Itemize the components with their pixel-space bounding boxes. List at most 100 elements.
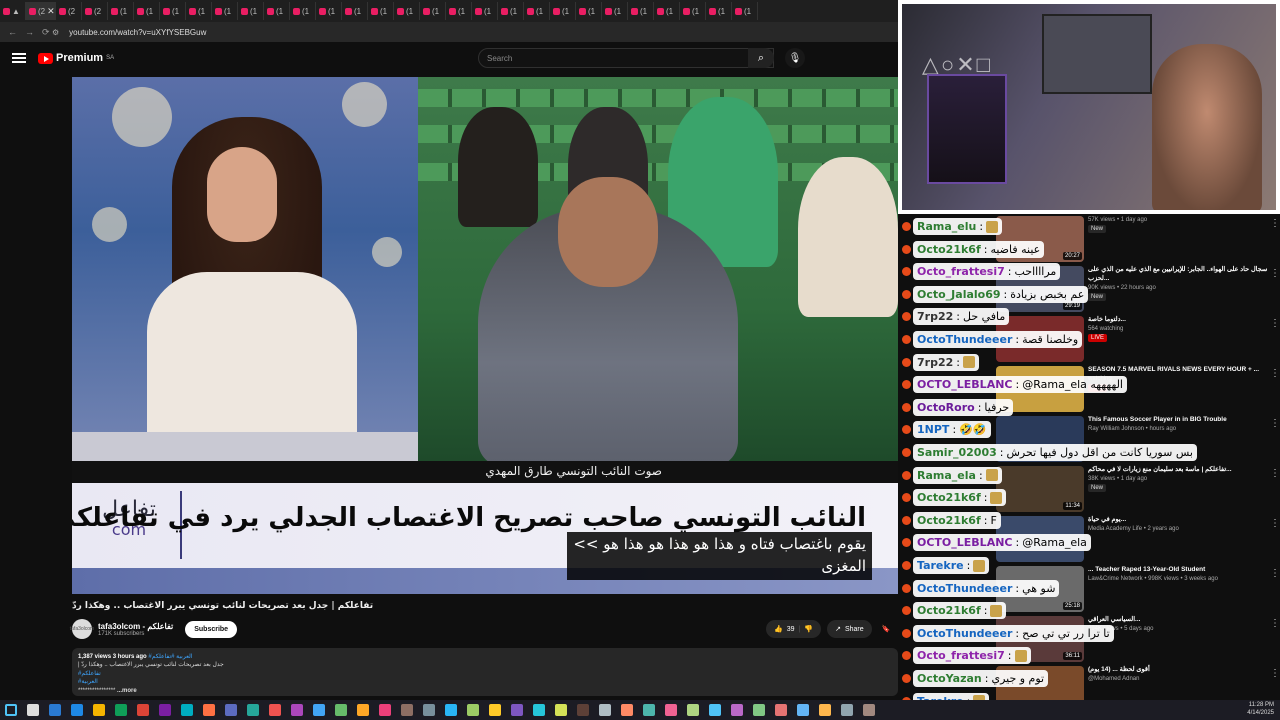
browser-tab[interactable]: (1 xyxy=(420,2,446,20)
browser-tab[interactable]: ▲ xyxy=(0,2,26,20)
youtube-logo[interactable]: Premium SA xyxy=(38,52,114,64)
system-clock[interactable]: 11:28 PM 4/14/2025 xyxy=(1247,702,1274,718)
subscribe-button[interactable]: Subscribe xyxy=(185,620,238,638)
taskbar-app-icon[interactable] xyxy=(181,704,193,716)
browser-tab[interactable]: (1 xyxy=(160,2,186,20)
taskbar-app-icon[interactable] xyxy=(731,704,743,716)
taskbar-app-icon[interactable] xyxy=(423,704,435,716)
video-title[interactable]: السياسي العراقي... xyxy=(1088,616,1278,625)
more-options-icon[interactable]: ⋮ xyxy=(1270,618,1280,629)
browser-tab[interactable]: (1 xyxy=(472,2,498,20)
reload-icon[interactable]: ⟳ xyxy=(42,27,50,38)
search-input[interactable]: Search xyxy=(478,48,774,68)
taskbar-app-icon[interactable] xyxy=(313,704,325,716)
video-title[interactable]: يوم في حياة... xyxy=(1088,516,1278,525)
browser-tab[interactable]: (2 xyxy=(56,2,82,20)
taskbar-app-icon[interactable] xyxy=(49,704,61,716)
taskbar-app-icon[interactable] xyxy=(643,704,655,716)
channel-name[interactable]: tafa3olcom - تفاعلكم xyxy=(98,622,173,631)
taskbar-app-icon[interactable] xyxy=(291,704,303,716)
video-player[interactable]: صوت النائب التونسي طارق المهدي تفاعل com… xyxy=(72,77,898,594)
taskbar-app-icon[interactable] xyxy=(269,704,281,716)
taskbar-app-icon[interactable] xyxy=(819,704,831,716)
video-title[interactable]: This Famous Soccer Player in in BIG Trou… xyxy=(1088,416,1278,425)
show-more-link[interactable]: ...more xyxy=(117,688,137,694)
taskbar-app-icon[interactable] xyxy=(621,704,633,716)
description-tag-2[interactable]: #العربية xyxy=(78,678,892,686)
taskbar-app-icon[interactable] xyxy=(665,704,677,716)
taskbar-app-icon[interactable] xyxy=(203,704,215,716)
more-options-icon[interactable]: ⋮ xyxy=(1270,518,1280,529)
browser-tab[interactable]: (1 xyxy=(264,2,290,20)
browser-tab[interactable]: (1 xyxy=(186,2,212,20)
search-button[interactable]: ⌕ xyxy=(748,48,774,68)
taskbar-app-icon[interactable] xyxy=(115,704,127,716)
taskbar-app-icon[interactable] xyxy=(687,704,699,716)
thumbs-down-icon[interactable]: 👎 xyxy=(804,625,813,633)
browser-tab[interactable]: (2 xyxy=(82,2,108,20)
more-options-icon[interactable]: ⋮ xyxy=(1270,268,1280,279)
description-box[interactable]: 1,387 views 3 hours ago #العربية #تفاعلك… xyxy=(72,648,898,696)
back-icon[interactable]: ← xyxy=(8,27,17,38)
browser-tab[interactable]: (1 xyxy=(498,2,524,20)
more-options-icon[interactable]: ⋮ xyxy=(1270,468,1280,479)
more-options-icon[interactable]: ⋮ xyxy=(1270,318,1280,329)
taskbar-app-icon[interactable] xyxy=(489,704,501,716)
browser-tab[interactable]: (1 xyxy=(576,2,602,20)
taskbar-app-icon[interactable] xyxy=(841,704,853,716)
video-title[interactable]: SEASON 7.5 MARVEL RIVALS NEWS EVERY HOUR… xyxy=(1088,366,1278,375)
channel-avatar[interactable]: tafa3olcom xyxy=(70,619,94,639)
windows-start-icon[interactable] xyxy=(5,704,17,716)
browser-tab[interactable]: (1 xyxy=(446,2,472,20)
taskbar-app-icon[interactable] xyxy=(225,704,237,716)
taskbar-app-icon[interactable] xyxy=(709,704,721,716)
site-info-icon[interactable]: ⚙ xyxy=(52,28,59,37)
browser-tab[interactable]: (1 xyxy=(316,2,342,20)
taskbar-app-icon[interactable] xyxy=(577,704,589,716)
description-tag-1[interactable]: #تفاعلكم xyxy=(78,670,892,678)
video-title[interactable]: دلتوما خاصة... xyxy=(1088,316,1278,325)
close-tab-icon[interactable]: ✕ xyxy=(47,6,55,17)
taskbar-app-icon[interactable] xyxy=(401,704,413,716)
like-button[interactable]: 👍 39 | 👎 xyxy=(766,620,822,638)
video-thumbnail[interactable]: 11:34 xyxy=(996,466,1084,512)
browser-tab[interactable]: (1 xyxy=(394,2,420,20)
taskbar-app-icon[interactable] xyxy=(159,704,171,716)
taskbar-app-icon[interactable] xyxy=(599,704,611,716)
browser-tab[interactable]: (1 xyxy=(654,2,680,20)
taskbar-app-icon[interactable] xyxy=(533,704,545,716)
menu-icon[interactable] xyxy=(12,53,26,63)
taskbar-app-icon[interactable] xyxy=(357,704,369,716)
taskbar-app-icon[interactable] xyxy=(467,704,479,716)
taskbar-app-icon[interactable] xyxy=(863,704,875,716)
taskbar-app-icon[interactable] xyxy=(797,704,809,716)
more-options-icon[interactable]: ⋮ xyxy=(1270,218,1280,229)
browser-tab[interactable]: (2 ✕ xyxy=(26,2,56,20)
voice-search-button[interactable]: 🎙 xyxy=(785,48,805,68)
browser-tab[interactable]: (1 xyxy=(628,2,654,20)
more-options-icon[interactable]: ⋮ xyxy=(1270,368,1280,379)
more-options-icon[interactable]: ⋮ xyxy=(1270,668,1280,679)
browser-tab[interactable]: (1 xyxy=(550,2,576,20)
recommended-video[interactable]: 11:34 تفاعلكم | ماسة بعد سليمان منع زيارا… xyxy=(996,464,1280,514)
taskbar-app-icon[interactable] xyxy=(93,704,105,716)
taskbar-app-icon[interactable] xyxy=(555,704,567,716)
taskbar-app-icon[interactable] xyxy=(753,704,765,716)
video-title[interactable]: أقوى لحظة ... (14 يوم) xyxy=(1088,666,1278,675)
taskbar-app-icon[interactable] xyxy=(137,704,149,716)
browser-tab[interactable]: (1 xyxy=(290,2,316,20)
taskbar-app-icon[interactable] xyxy=(335,704,347,716)
more-options-icon[interactable]: ⋮ xyxy=(1270,418,1280,429)
save-button[interactable]: 🔖 xyxy=(878,620,895,638)
taskbar-app-icon[interactable] xyxy=(71,704,83,716)
taskbar-app-icon[interactable] xyxy=(379,704,391,716)
browser-tab[interactable]: (1 xyxy=(602,2,628,20)
taskbar-app-icon[interactable] xyxy=(775,704,787,716)
hashtags[interactable]: #العربية #تفاعلكم xyxy=(148,654,192,660)
video-title[interactable]: ... Teacher Raped 13-Year-Old Student xyxy=(1088,566,1278,575)
more-options-icon[interactable]: ⋮ xyxy=(1270,568,1280,579)
taskbar-app-icon[interactable] xyxy=(27,704,39,716)
forward-icon[interactable]: → xyxy=(25,27,34,38)
browser-tab[interactable]: (1 xyxy=(108,2,134,20)
browser-tab[interactable]: (1 xyxy=(134,2,160,20)
